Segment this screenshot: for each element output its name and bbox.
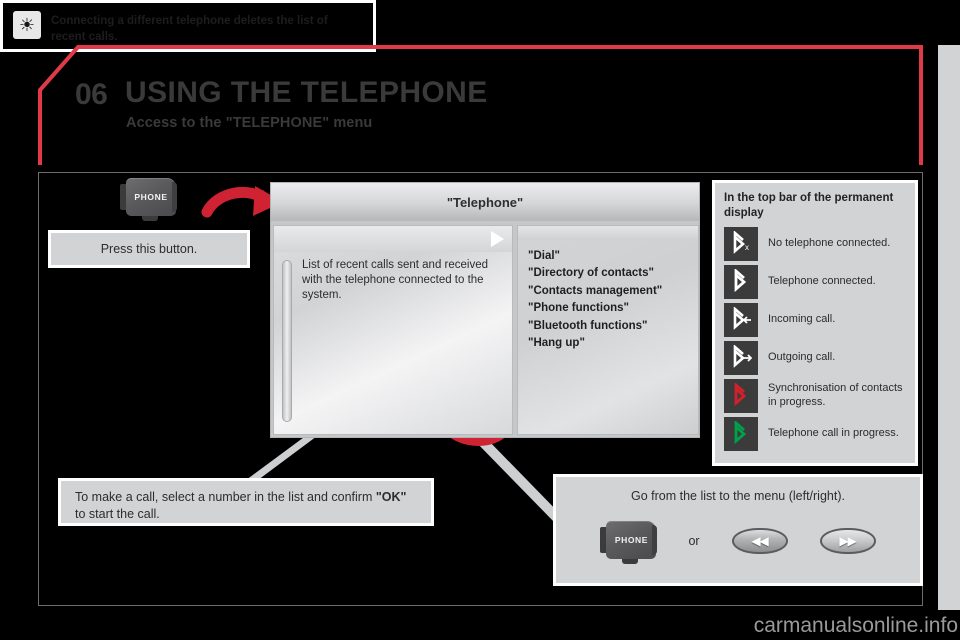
rewind-icon: ◀◀ [751, 534, 768, 548]
bluetooth-disconnected-icon: x [724, 226, 758, 261]
telephone-menu-list: "Dial" "Directory of contacts" "Contacts… [518, 240, 698, 353]
navigation-note-title: Go from the list to the menu (left/right… [631, 489, 845, 503]
tip-text: Connecting a different telephone deletes… [51, 15, 328, 43]
legend-row-call-in-progress: Telephone call in progress. [724, 415, 906, 453]
phone-button-label: PHONE [614, 535, 649, 545]
menu-item-contacts-management[interactable]: "Contacts management" [528, 283, 698, 300]
phone-hardware-button[interactable]: PHONE [120, 178, 177, 221]
chapter-number: 06 [75, 78, 108, 111]
legend-row-synchronisation: Synchronisation of contacts in progress. [724, 377, 906, 415]
or-separator-label: or [688, 534, 700, 548]
menu-item-directory-of-contacts[interactable]: "Directory of contacts" [528, 265, 698, 282]
screen-title-bar: "Telephone" [271, 183, 699, 221]
press-button-note: Press this button. [48, 230, 250, 268]
screen-title: "Telephone" [446, 194, 524, 210]
legend-label: Incoming call. [768, 313, 836, 325]
legend-label: Synchronisation of contacts in progress. [768, 382, 903, 408]
page-edge-strip [938, 45, 960, 610]
bluetooth-outgoing-call-icon [724, 340, 758, 375]
legend-label: Telephone call in progress. [768, 427, 899, 439]
phone-hardware-button-secondary[interactable]: PHONE [600, 521, 658, 564]
recent-calls-list-panel[interactable]: List of recent calls sent and received w… [273, 225, 513, 435]
menu-item-phone-functions[interactable]: "Phone functions" [528, 300, 698, 317]
fast-forward-icon: ▶▶ [839, 534, 856, 548]
phone-button-notch [622, 559, 639, 564]
phone-button-label: PHONE [134, 192, 168, 202]
bluetooth-status-legend: In the top bar of the permanent display … [712, 180, 918, 466]
seek-previous-button[interactable]: ◀◀ [731, 528, 788, 554]
seek-next-button[interactable]: ▶▶ [819, 528, 876, 554]
infotainment-screen: "Telephone" List of recent calls sent an… [270, 182, 700, 438]
menu-item-bluetooth-functions[interactable]: "Bluetooth functions" [528, 318, 698, 335]
bluetooth-incoming-call-icon [724, 302, 758, 337]
legend-label: Outgoing call. [768, 351, 836, 363]
navigation-controls-row: PHONE or ◀◀ ▶▶ [556, 521, 920, 564]
legend-row-telephone-connected: Telephone connected. [724, 263, 906, 301]
navigation-note: Go from the list to the menu (left/right… [553, 474, 923, 586]
make-a-call-note: To make a call, select a number in the l… [58, 478, 434, 526]
page-title: USING THE TELEPHONE [125, 76, 488, 109]
list-scrollbar[interactable] [282, 260, 292, 422]
menu-panel-header [518, 226, 698, 240]
legend-label: No telephone connected. [768, 237, 891, 249]
bluetooth-call-active-icon [724, 416, 758, 451]
screen-body: List of recent calls sent and received w… [271, 221, 699, 438]
legend-label: Telephone connected. [768, 275, 876, 287]
bluetooth-sync-icon [724, 378, 758, 413]
menu-item-hang-up[interactable]: "Hang up" [528, 335, 698, 352]
phone-button-notch [142, 216, 158, 221]
tip-bulb-icon: ☀ [13, 11, 41, 39]
svg-text:x: x [745, 243, 749, 252]
page-root: 06 USING THE TELEPHONE Access to the "TE… [0, 0, 960, 640]
list-panel-header [274, 226, 512, 252]
bluetooth-connected-icon [724, 264, 758, 299]
legend-row-outgoing-call: Outgoing call. [724, 339, 906, 377]
telephone-menu-panel[interactable]: "Dial" "Directory of contacts" "Contacts… [517, 225, 699, 435]
press-button-text: Press this button. [100, 242, 198, 256]
panel-focus-arrow-icon [491, 231, 504, 247]
chapter-subtitle: Access to the "TELEPHONE" menu [126, 115, 373, 131]
legend-row-incoming-call: Incoming call. [724, 301, 906, 339]
watermark: carmanualsonline.info [753, 614, 958, 637]
recent-calls-description: List of recent calls sent and received w… [302, 259, 489, 301]
menu-item-dial[interactable]: "Dial" [528, 248, 698, 265]
make-a-call-text-1: To make a call, select a number in the l… [75, 490, 376, 504]
bluetooth-legend-heading: In the top bar of the permanent display [724, 192, 894, 219]
make-a-call-text-2: to start the call. [75, 506, 160, 521]
make-a-call-ok-label: "OK" [375, 490, 407, 504]
legend-row-no-telephone-connected: x No telephone connected. [724, 225, 906, 263]
